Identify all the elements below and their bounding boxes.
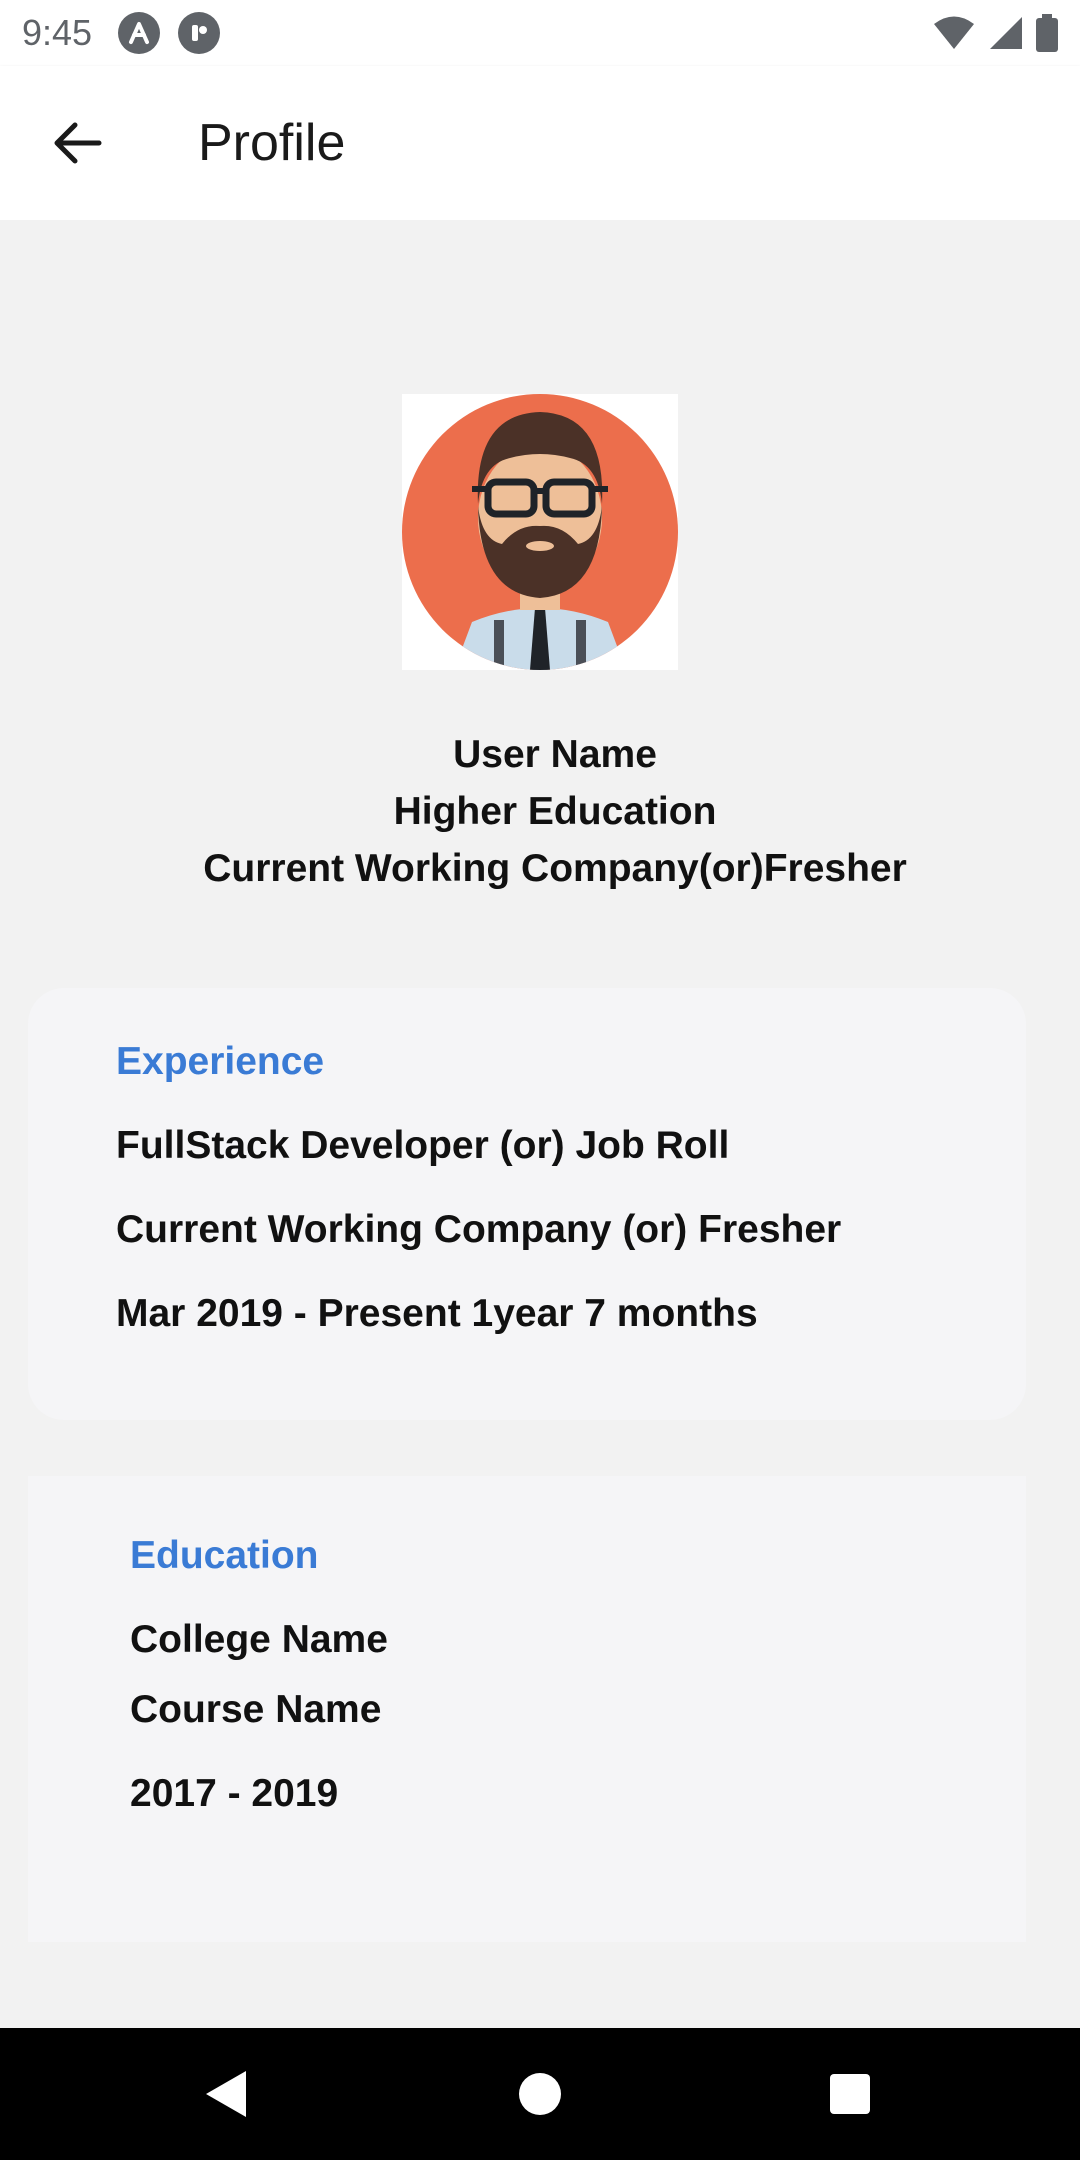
battery-icon	[1036, 14, 1058, 52]
education-card: Education College Name Course Name 2017 …	[28, 1476, 1026, 1942]
profile-summary: User Name Higher Education Current Worki…	[0, 726, 1080, 897]
experience-company: Current Working Company (or) Fresher	[116, 1208, 842, 1251]
home-circle-icon	[519, 2073, 561, 2115]
bearded-man-avatar	[402, 394, 678, 670]
experience-role: FullStack Developer (or) Job Roll	[116, 1124, 730, 1167]
experience-heading: Experience	[116, 1040, 325, 1083]
system-nav-bar	[0, 2028, 1080, 2160]
education-years: 2017 - 2019	[130, 1772, 339, 1815]
arrow-left-icon	[54, 122, 102, 164]
app-notification-icon	[178, 12, 221, 54]
nav-recents-button[interactable]	[814, 2058, 886, 2130]
profile-content[interactable]: User Name Higher Education Current Worki…	[0, 220, 1080, 2028]
nav-home-button[interactable]	[504, 2058, 576, 2130]
higher-education: Higher Education	[393, 790, 717, 833]
wifi-icon	[934, 16, 974, 49]
app-notification-icon	[118, 12, 161, 54]
experience-card: Experience FullStack Developer (or) Job …	[28, 988, 1026, 1420]
back-button[interactable]	[22, 88, 132, 198]
app-bar: Profile	[0, 66, 1080, 220]
current-company: Current Working Company(or)Fresher	[203, 847, 907, 890]
status-bar: 9:45	[0, 0, 1080, 66]
status-time: 9:45	[22, 12, 93, 53]
avatar	[402, 394, 678, 670]
nav-back-button[interactable]	[190, 2058, 262, 2130]
status-icons	[932, 14, 1058, 52]
education-course: Course Name	[130, 1688, 382, 1731]
experience-duration: Mar 2019 - Present 1year 7 months	[116, 1292, 758, 1335]
back-triangle-icon	[206, 2071, 246, 2117]
user-name: User Name	[453, 733, 657, 776]
education-heading: Education	[130, 1534, 319, 1577]
cellular-signal-icon	[990, 17, 1022, 49]
page-title: Profile	[198, 114, 346, 172]
recents-square-icon	[830, 2074, 870, 2114]
education-college: College Name	[130, 1618, 388, 1661]
